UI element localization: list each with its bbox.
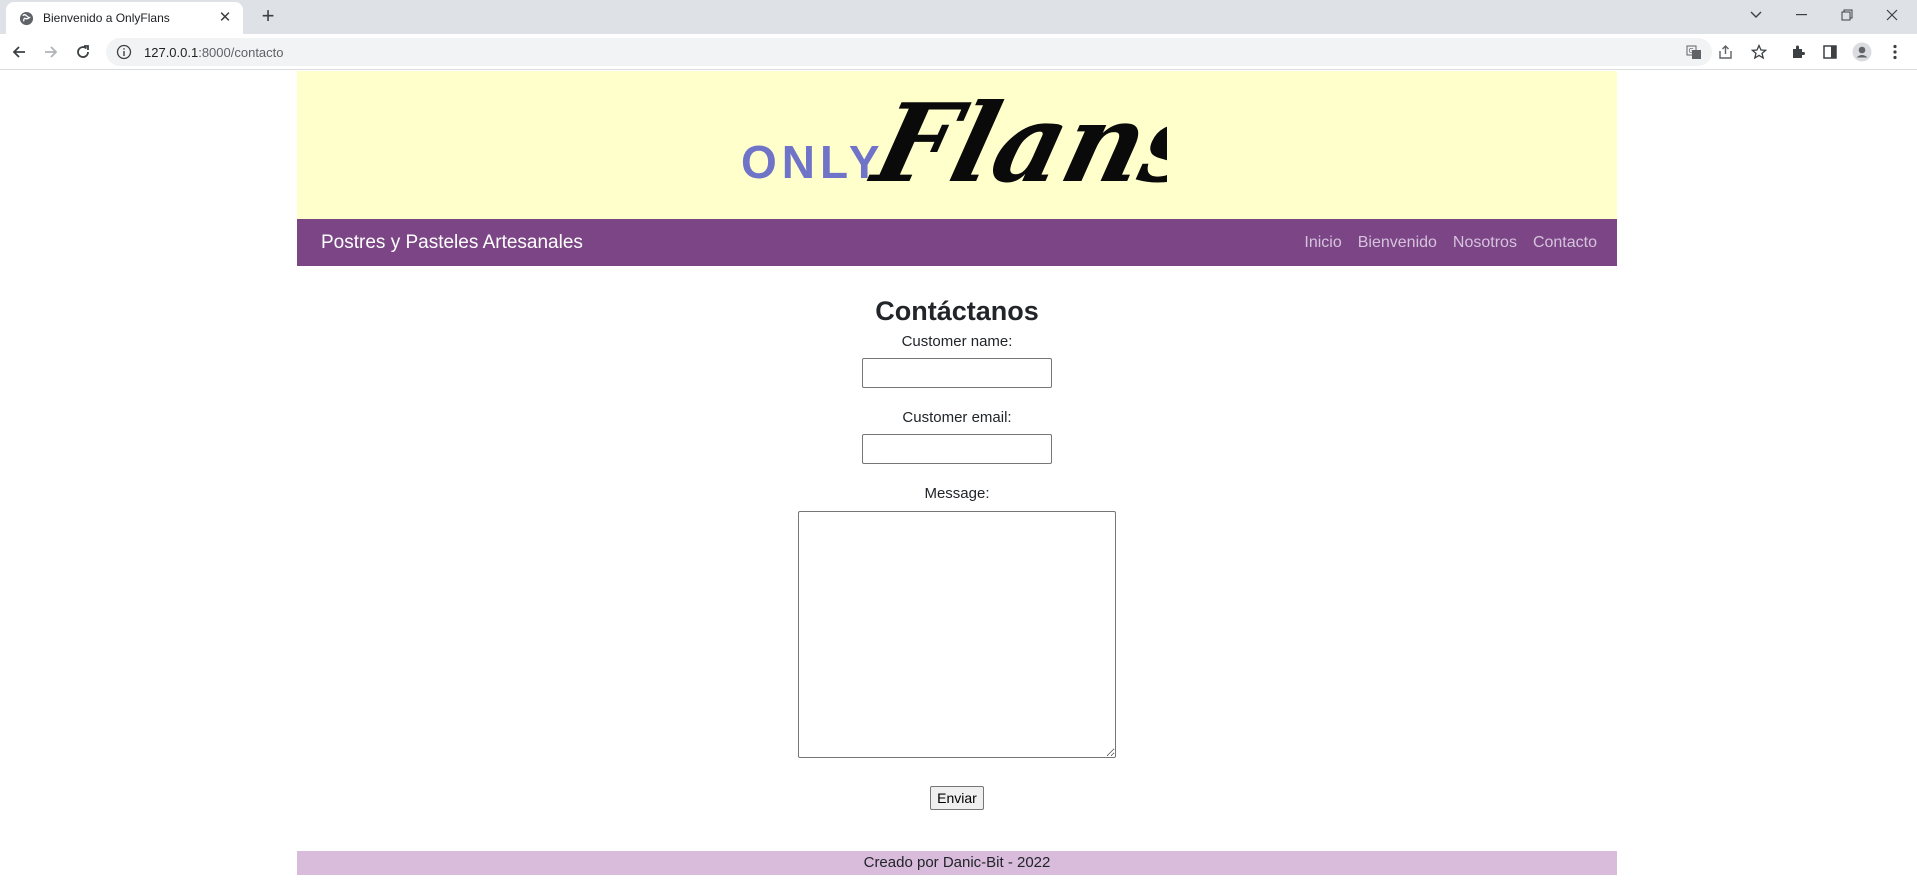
browser-tab[interactable]: Bienvenido a OnlyFlans ✕: [6, 2, 243, 34]
reload-icon[interactable]: [71, 40, 95, 64]
nav-link-nosotros[interactable]: Nosotros: [1453, 234, 1517, 252]
browser-toolbar: 127.0.0.1:8000/contacto G: [0, 34, 1917, 70]
translate-icon[interactable]: G: [1684, 42, 1704, 62]
svg-text:ONLY: ONLY: [741, 136, 885, 188]
close-tab-icon[interactable]: ✕: [217, 10, 233, 26]
hero-banner: ONLY Flans: [297, 71, 1617, 219]
address-bar[interactable]: 127.0.0.1:8000/contacto: [106, 38, 1712, 66]
main-navbar: Postres y Pasteles Artesanales Inicio Bi…: [297, 219, 1617, 266]
page-title: Contáctanos: [875, 296, 1039, 326]
nav-link-inicio[interactable]: Inicio: [1304, 234, 1341, 252]
close-window-icon[interactable]: [1870, 0, 1914, 30]
page: ONLY Flans Postres y Pasteles Artesanale…: [297, 71, 1617, 810]
minimize-icon[interactable]: [1779, 0, 1823, 30]
globe-icon: [19, 11, 34, 25]
nav-link-contacto[interactable]: Contacto: [1533, 234, 1597, 252]
svg-text:Flans: Flans: [860, 80, 1167, 207]
onlyflans-logo: ONLY Flans: [741, 80, 1167, 207]
submit-button[interactable]: Enviar: [930, 786, 984, 810]
menu-kebab-icon[interactable]: [1885, 42, 1905, 62]
tab-title: Bienvenido a OnlyFlans: [43, 11, 170, 25]
new-tab-icon[interactable]: +: [256, 5, 280, 29]
customer-email-input[interactable]: [862, 434, 1052, 464]
extensions-icon[interactable]: [1788, 42, 1808, 62]
message-label: Message:: [924, 485, 990, 502]
profile-avatar-icon[interactable]: [1852, 42, 1872, 62]
site-info-icon[interactable]: [116, 44, 132, 60]
nav-links: Inicio Bienvenido Nosotros Contacto: [1304, 234, 1597, 252]
nav-link-bienvenido[interactable]: Bienvenido: [1358, 234, 1437, 252]
svg-text:G: G: [1689, 47, 1694, 55]
message-textarea[interactable]: [798, 511, 1116, 758]
share-icon[interactable]: [1716, 42, 1736, 62]
side-panel-icon[interactable]: [1820, 42, 1840, 62]
customer-name-input[interactable]: [862, 358, 1052, 388]
customer-name-label: Customer name:: [901, 333, 1013, 350]
back-icon[interactable]: [7, 40, 31, 64]
contact-section: Contáctanos Customer name: Customer emai…: [297, 266, 1617, 810]
url-text: 127.0.0.1:8000/contacto: [144, 44, 284, 60]
brand-name[interactable]: Postres y Pasteles Artesanales: [321, 232, 583, 254]
bookmark-star-icon[interactable]: [1749, 42, 1769, 62]
customer-email-label: Customer email:: [902, 409, 1012, 426]
footer: Creado por Danic-Bit - 2022: [297, 851, 1617, 875]
forward-icon[interactable]: [39, 40, 63, 64]
browser-tab-strip: Bienvenido a OnlyFlans ✕ +: [0, 0, 1917, 34]
restore-icon[interactable]: [1825, 0, 1869, 30]
tab-search-icon[interactable]: [1734, 0, 1778, 30]
